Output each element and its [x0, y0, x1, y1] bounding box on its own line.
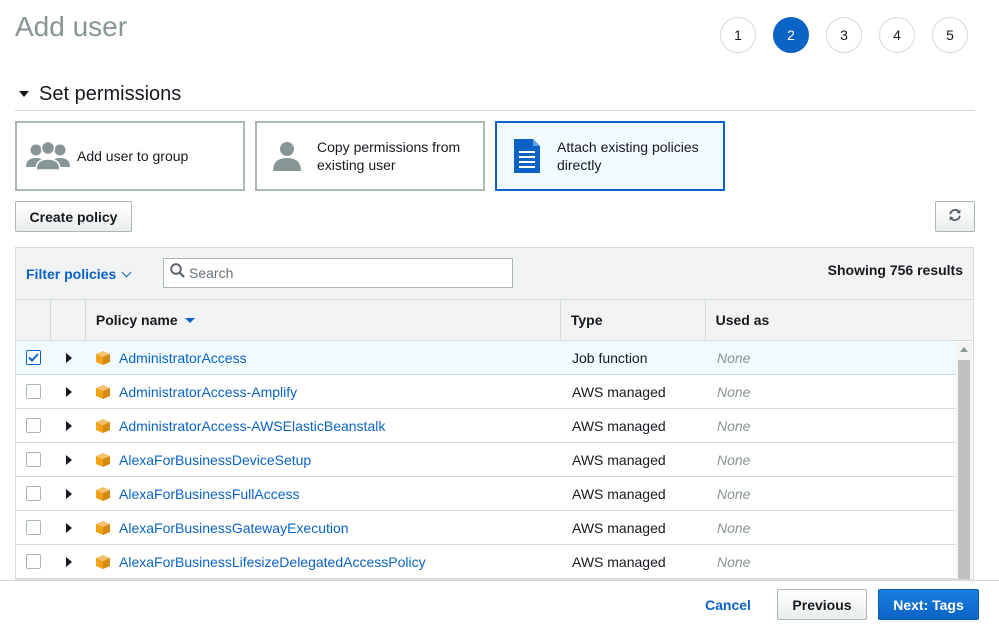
- policy-name-link[interactable]: AdministratorAccess: [119, 350, 247, 366]
- policy-name-link[interactable]: AdministratorAccess-AWSElasticBeanstalk: [119, 418, 385, 434]
- policy-package-icon: [96, 554, 110, 569]
- filter-policies-dropdown[interactable]: Filter policies: [26, 266, 132, 282]
- table-row[interactable]: AlexaForBusinessDeviceSetup AWS managed …: [16, 443, 957, 477]
- table-row[interactable]: AlexaForBusinessFullAccess AWS managed N…: [16, 477, 957, 511]
- option-label: Copy permissions from existing user: [317, 139, 461, 173]
- wizard-steps: 1 2 3 4 5: [720, 17, 968, 53]
- table-row[interactable]: AdministratorAccess-Amplify AWS managed …: [16, 375, 957, 409]
- header-select-column: [16, 300, 51, 340]
- header-label: Type: [570, 312, 603, 328]
- scrollbar-thumb[interactable]: [958, 360, 970, 579]
- policy-used-as: None: [717, 553, 751, 570]
- expand-arrow-icon[interactable]: [65, 352, 72, 363]
- policy-package-icon: [96, 486, 110, 501]
- results-count: Showing 756 results: [827, 262, 963, 278]
- policy-name-link[interactable]: AlexaForBusinessGatewayExecution: [119, 520, 349, 536]
- table-header: Policy name Type Used as: [16, 300, 973, 341]
- table-row[interactable]: AdministratorAccess Job function None: [16, 341, 957, 375]
- row-checkbox[interactable]: [26, 554, 41, 569]
- table-row[interactable]: AlexaForBusinessGatewayExecution AWS man…: [16, 511, 957, 545]
- row-checkbox[interactable]: [26, 486, 41, 501]
- search-input[interactable]: [189, 265, 489, 281]
- option-attach-policies[interactable]: Attach existing policies directly: [495, 121, 725, 191]
- wizard-footer: Cancel Previous Next: Tags: [0, 580, 999, 628]
- policy-used-as: None: [717, 485, 751, 502]
- expand-arrow-icon[interactable]: [65, 386, 72, 397]
- policy-type: AWS managed: [572, 383, 666, 400]
- refresh-button[interactable]: [935, 201, 975, 232]
- option-label: Attach existing policies directly: [557, 139, 699, 173]
- table-toolbar: Filter policies Showing 756 results: [16, 248, 973, 300]
- policy-type: AWS managed: [572, 519, 666, 536]
- previous-button[interactable]: Previous: [777, 589, 867, 620]
- policy-type: AWS managed: [572, 553, 666, 570]
- row-checkbox[interactable]: [26, 384, 41, 399]
- policy-package-icon: [96, 520, 110, 535]
- caret-down-icon: [19, 91, 29, 97]
- step-2[interactable]: 2: [773, 17, 809, 53]
- page-title: Add user: [15, 11, 128, 42]
- option-add-user-to-group[interactable]: Add user to group: [15, 121, 245, 191]
- search-box[interactable]: [163, 258, 513, 288]
- next-tags-button[interactable]: Next: Tags: [878, 589, 979, 620]
- sort-desc-icon[interactable]: [184, 317, 195, 323]
- document-icon: [497, 138, 557, 174]
- row-checkbox[interactable]: [26, 452, 41, 467]
- header-label: Policy name: [95, 312, 178, 328]
- option-copy-permissions[interactable]: Copy permissions from existing user: [255, 121, 485, 191]
- search-icon: [170, 263, 185, 283]
- row-checkbox[interactable]: [26, 350, 41, 365]
- policy-name-link[interactable]: AdministratorAccess-Amplify: [119, 384, 297, 400]
- check-icon: [28, 353, 39, 362]
- policy-type: AWS managed: [572, 451, 666, 468]
- policy-package-icon: [96, 418, 110, 433]
- refresh-icon: [948, 208, 962, 225]
- header-expand-column: [51, 300, 86, 340]
- policy-used-as: None: [717, 383, 751, 400]
- policy-name-link[interactable]: AlexaForBusinessDeviceSetup: [119, 452, 311, 468]
- create-policy-button[interactable]: Create policy: [15, 201, 132, 232]
- step-4[interactable]: 4: [879, 17, 915, 53]
- section-title: Set permissions: [39, 83, 182, 105]
- expand-arrow-icon[interactable]: [65, 556, 72, 567]
- step-3[interactable]: 3: [826, 17, 862, 53]
- policies-table: Filter policies Showing 756 results Poli…: [15, 247, 974, 580]
- policy-used-as: None: [717, 519, 751, 536]
- row-checkbox[interactable]: [26, 418, 41, 433]
- option-label: Add user to group: [77, 148, 189, 164]
- set-permissions-header[interactable]: Set permissions: [15, 82, 975, 111]
- policy-type: Job function: [572, 349, 648, 366]
- expand-arrow-icon[interactable]: [65, 420, 72, 431]
- policy-used-as: None: [717, 417, 751, 434]
- table-scrollbar[interactable]: [956, 342, 972, 579]
- header-used-as[interactable]: Used as: [706, 300, 973, 340]
- scroll-up-arrow-icon[interactable]: [960, 347, 968, 352]
- step-5[interactable]: 5: [932, 17, 968, 53]
- header-label: Used as: [715, 312, 770, 328]
- step-1[interactable]: 1: [720, 17, 756, 53]
- policy-package-icon: [96, 452, 110, 467]
- expand-arrow-icon[interactable]: [65, 522, 72, 533]
- policy-used-as: None: [717, 349, 751, 366]
- header-policy-name[interactable]: Policy name: [86, 300, 561, 340]
- policy-type: AWS managed: [572, 417, 666, 434]
- policy-package-icon: [96, 384, 110, 399]
- table-body: AdministratorAccess Job function None Ad…: [16, 341, 973, 579]
- policy-name-link[interactable]: AlexaForBusinessLifesizeDelegatedAccessP…: [119, 554, 426, 570]
- header-type[interactable]: Type: [561, 300, 706, 340]
- policy-name-link[interactable]: AlexaForBusinessFullAccess: [119, 486, 300, 502]
- expand-arrow-icon[interactable]: [65, 454, 72, 465]
- expand-arrow-icon[interactable]: [65, 488, 72, 499]
- policy-package-icon: [96, 350, 110, 365]
- chevron-down-icon: [121, 267, 132, 277]
- cancel-link[interactable]: Cancel: [705, 597, 751, 613]
- row-checkbox[interactable]: [26, 520, 41, 535]
- table-row[interactable]: AlexaForBusinessLifesizeDelegatedAccessP…: [16, 545, 957, 579]
- user-icon: [257, 140, 317, 172]
- filter-label: Filter policies: [26, 266, 117, 282]
- policy-used-as: None: [717, 451, 751, 468]
- table-row[interactable]: AdministratorAccess-AWSElasticBeanstalk …: [16, 409, 957, 443]
- users-group-icon: [19, 140, 77, 172]
- policy-type: AWS managed: [572, 485, 666, 502]
